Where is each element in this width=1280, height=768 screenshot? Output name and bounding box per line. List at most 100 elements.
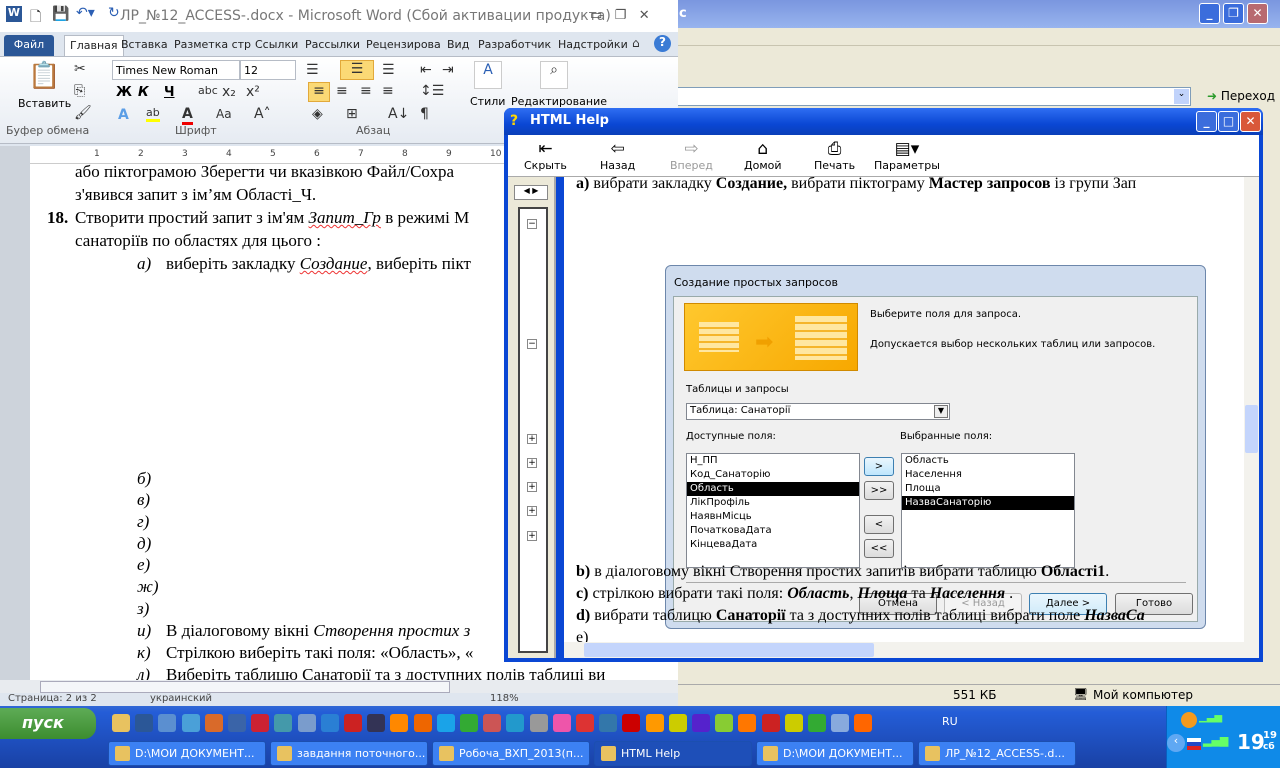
subscript-icon[interactable]: x₂ xyxy=(222,84,236,100)
language[interactable]: украинский xyxy=(150,693,212,704)
expand-icon[interactable]: + xyxy=(527,506,537,516)
collapse-ribbon-icon[interactable]: ⌂ xyxy=(632,36,640,50)
help-vertical-scrollbar[interactable] xyxy=(1244,177,1259,642)
zoom-level[interactable]: 118% xyxy=(490,693,519,704)
quick-launch-icon[interactable] xyxy=(831,714,850,732)
quick-launch-icon[interactable] xyxy=(576,714,594,732)
quick-launch-icon[interactable] xyxy=(715,714,734,732)
font-size-field[interactable]: 12 xyxy=(240,60,296,80)
help-close-button[interactable]: ✕ xyxy=(1240,111,1261,132)
page-count[interactable]: Страница: 2 из 2 xyxy=(8,693,97,704)
quick-launch-icon[interactable] xyxy=(599,714,618,732)
taskbar-button[interactable]: Робоча_ВХП_2013(п... xyxy=(432,741,590,766)
field-item[interactable]: Н_ПП xyxy=(687,454,859,468)
language-indicator[interactable]: RU xyxy=(942,715,958,728)
align-right-icon[interactable]: ≡ xyxy=(360,83,372,99)
quick-launch-icon[interactable] xyxy=(367,714,386,732)
tab-view[interactable]: Вид xyxy=(442,35,474,56)
quick-launch-icon[interactable] xyxy=(135,714,154,732)
close-button[interactable]: ✕ xyxy=(1247,3,1268,24)
quick-launch-icon[interactable] xyxy=(436,714,455,732)
field-item[interactable]: Код_Санаторію xyxy=(687,468,859,482)
tab-developer[interactable]: Разработчик xyxy=(473,35,556,56)
help-icon[interactable]: ? xyxy=(654,35,671,52)
underline-button[interactable]: Ч xyxy=(164,85,175,100)
add-field-button[interactable]: > xyxy=(864,457,894,476)
quick-launch-icon[interactable] xyxy=(390,714,409,732)
sort-icon[interactable]: А↓ xyxy=(388,106,409,122)
quick-launch-icon[interactable] xyxy=(204,714,223,732)
superscript-icon[interactable]: x² xyxy=(246,84,260,100)
align-center-icon[interactable]: ≡ xyxy=(336,83,348,99)
quick-launch-icon[interactable] xyxy=(808,714,826,732)
tab-mailings[interactable]: Рассылки xyxy=(300,35,365,56)
taskbar-button[interactable]: D:\МОИ ДОКУМЕНТ... xyxy=(756,741,914,766)
agent-icon[interactable] xyxy=(1181,712,1197,728)
tab-page-layout[interactable]: Разметка стр xyxy=(169,35,256,56)
field-item[interactable]: НаявнМісць xyxy=(687,510,859,524)
font-color-icon[interactable]: A xyxy=(182,106,193,125)
tab-review[interactable]: Рецензирова xyxy=(361,35,446,56)
quick-launch-icon[interactable] xyxy=(320,714,339,732)
home-button[interactable]: ⌂ Домой xyxy=(744,139,782,172)
new-document-icon[interactable]: 🗋 xyxy=(30,6,41,30)
editing-button[interactable]: Редактирование xyxy=(511,95,607,108)
taskbar-button[interactable]: ЛР_№12_ACCESS-.d... xyxy=(918,741,1076,766)
quick-launch-icon[interactable] xyxy=(297,714,316,732)
help-content[interactable]: а) вибрати закладку Создание, вибрати пі… xyxy=(564,177,1259,658)
back-button[interactable]: ⇦ Назад xyxy=(600,139,635,172)
clock-minute[interactable]: 19 xyxy=(1263,730,1277,741)
line-spacing-icon[interactable]: ↕☰ xyxy=(420,83,444,99)
tab-references[interactable]: Ссылки xyxy=(250,35,303,56)
collapse-icon[interactable]: − xyxy=(527,219,537,229)
quick-launch-icon[interactable] xyxy=(622,714,641,732)
help-minimize-button[interactable]: _ xyxy=(1196,111,1217,132)
clock-day[interactable]: сб xyxy=(1263,742,1275,752)
expand-icon[interactable]: + xyxy=(527,458,537,468)
italic-button[interactable]: К xyxy=(138,85,149,100)
find-binoculars-icon[interactable]: ⌕ xyxy=(540,61,568,89)
bold-button[interactable]: Ж xyxy=(116,85,132,100)
bullets-icon[interactable]: ☰ xyxy=(306,62,319,78)
show-marks-icon[interactable]: ¶ xyxy=(420,106,429,122)
tab-insert[interactable]: Вставка xyxy=(116,35,173,56)
shading-icon[interactable]: ◈ xyxy=(312,106,323,122)
remove-field-button[interactable]: < xyxy=(864,515,894,534)
field-item[interactable]: НазваСанаторію xyxy=(902,496,1074,510)
expand-icon[interactable]: + xyxy=(527,482,537,492)
taskbar-button[interactable]: завдання поточного... xyxy=(270,741,428,766)
tab-file[interactable]: Файл xyxy=(4,35,54,56)
quick-launch-icon[interactable] xyxy=(274,714,293,732)
quick-launch-icon[interactable] xyxy=(761,714,780,732)
tab-scroll-arrows[interactable]: ◀ ▶ xyxy=(514,185,548,200)
cut-icon[interactable]: ✂ xyxy=(74,61,86,77)
address-bar[interactable]: ⌄ xyxy=(671,87,1191,106)
quick-launch-icon[interactable] xyxy=(692,714,710,732)
quick-launch-icon[interactable] xyxy=(228,714,246,732)
expand-icon[interactable]: + xyxy=(527,434,537,444)
quick-launch-icon[interactable] xyxy=(529,714,548,732)
change-case-icon[interactable]: Aa xyxy=(216,107,232,121)
tables-select[interactable]: Таблица: Санаторії ▼ xyxy=(686,403,950,420)
scroll-thumb[interactable] xyxy=(40,681,450,693)
increase-indent-icon[interactable]: ⇥ xyxy=(442,62,454,78)
word-window-controls[interactable]: ▭ ❐ ✕ xyxy=(590,8,650,23)
paste-icon[interactable]: 📋 xyxy=(28,61,60,91)
strikethrough-icon[interactable]: abc xyxy=(198,84,218,97)
styles-icon[interactable]: A xyxy=(474,61,502,89)
help-horizontal-scrollbar[interactable] xyxy=(564,642,1259,658)
quick-launch-icon[interactable] xyxy=(645,714,664,732)
numbering-icon[interactable]: ☰ xyxy=(340,60,374,80)
contents-tree[interactable]: − − + + + + + xyxy=(518,207,548,653)
selected-fields-list[interactable]: Область Населення Площа НазваСанаторію xyxy=(901,453,1075,568)
copy-icon[interactable]: ⎘ xyxy=(74,83,85,99)
format-painter-icon[interactable]: 🖌 xyxy=(74,105,92,121)
quick-launch-icon[interactable] xyxy=(344,714,362,732)
borders-icon[interactable]: ⊞ xyxy=(346,106,358,122)
justify-icon[interactable]: ≡ xyxy=(382,83,394,99)
help-maximize-button[interactable]: □ xyxy=(1218,111,1239,132)
quick-launch-icon[interactable] xyxy=(181,714,200,732)
taskbar-button[interactable]: HTML Help xyxy=(594,741,752,766)
vertical-ruler[interactable] xyxy=(0,146,30,680)
field-item[interactable]: ПочатковаДата xyxy=(687,524,859,538)
